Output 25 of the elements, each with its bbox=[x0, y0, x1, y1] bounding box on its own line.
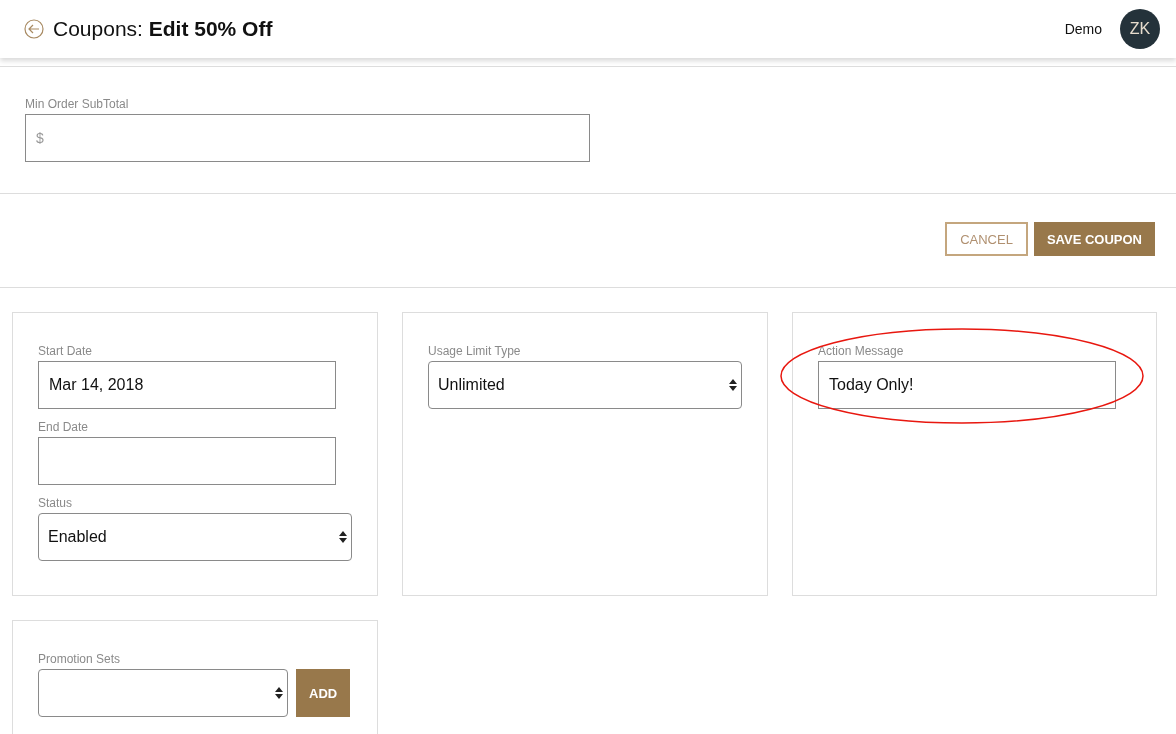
field-label: Promotion Sets bbox=[38, 652, 121, 666]
up-down-arrows-icon bbox=[275, 685, 283, 701]
select-field[interactable] bbox=[38, 669, 288, 717]
user-name: Demo bbox=[1064, 21, 1102, 37]
select-field[interactable]: Enabled bbox=[38, 513, 352, 561]
field-label: Min Order SubTotal bbox=[25, 97, 129, 111]
field-label: End Date bbox=[38, 420, 89, 434]
select-field[interactable]: Unlimited bbox=[428, 361, 742, 409]
field-label: Usage Limit Type bbox=[428, 344, 521, 358]
page-title: Coupons: Edit 50% Off bbox=[53, 17, 274, 41]
save-button[interactable]: SAVE COUPON bbox=[1033, 222, 1155, 256]
text-field[interactable]: Mar 14, 2018 bbox=[38, 361, 336, 409]
select-value: Enabled bbox=[48, 528, 107, 546]
select-value: Unlimited bbox=[438, 376, 505, 394]
text-field[interactable] bbox=[38, 437, 336, 485]
back-icon[interactable] bbox=[24, 19, 44, 39]
text-field[interactable]: Today Only! bbox=[818, 361, 1116, 409]
field-label: Action Message bbox=[818, 344, 904, 358]
field-label: Status bbox=[38, 496, 73, 510]
up-down-arrows-icon bbox=[729, 377, 737, 393]
add-button[interactable]: ADD bbox=[296, 669, 351, 717]
user-avatar[interactable]: ZK bbox=[1120, 9, 1160, 49]
up-down-arrows-icon bbox=[339, 529, 347, 545]
field-label: Start Date bbox=[38, 344, 93, 358]
min-order-field[interactable]: $ bbox=[25, 114, 590, 162]
